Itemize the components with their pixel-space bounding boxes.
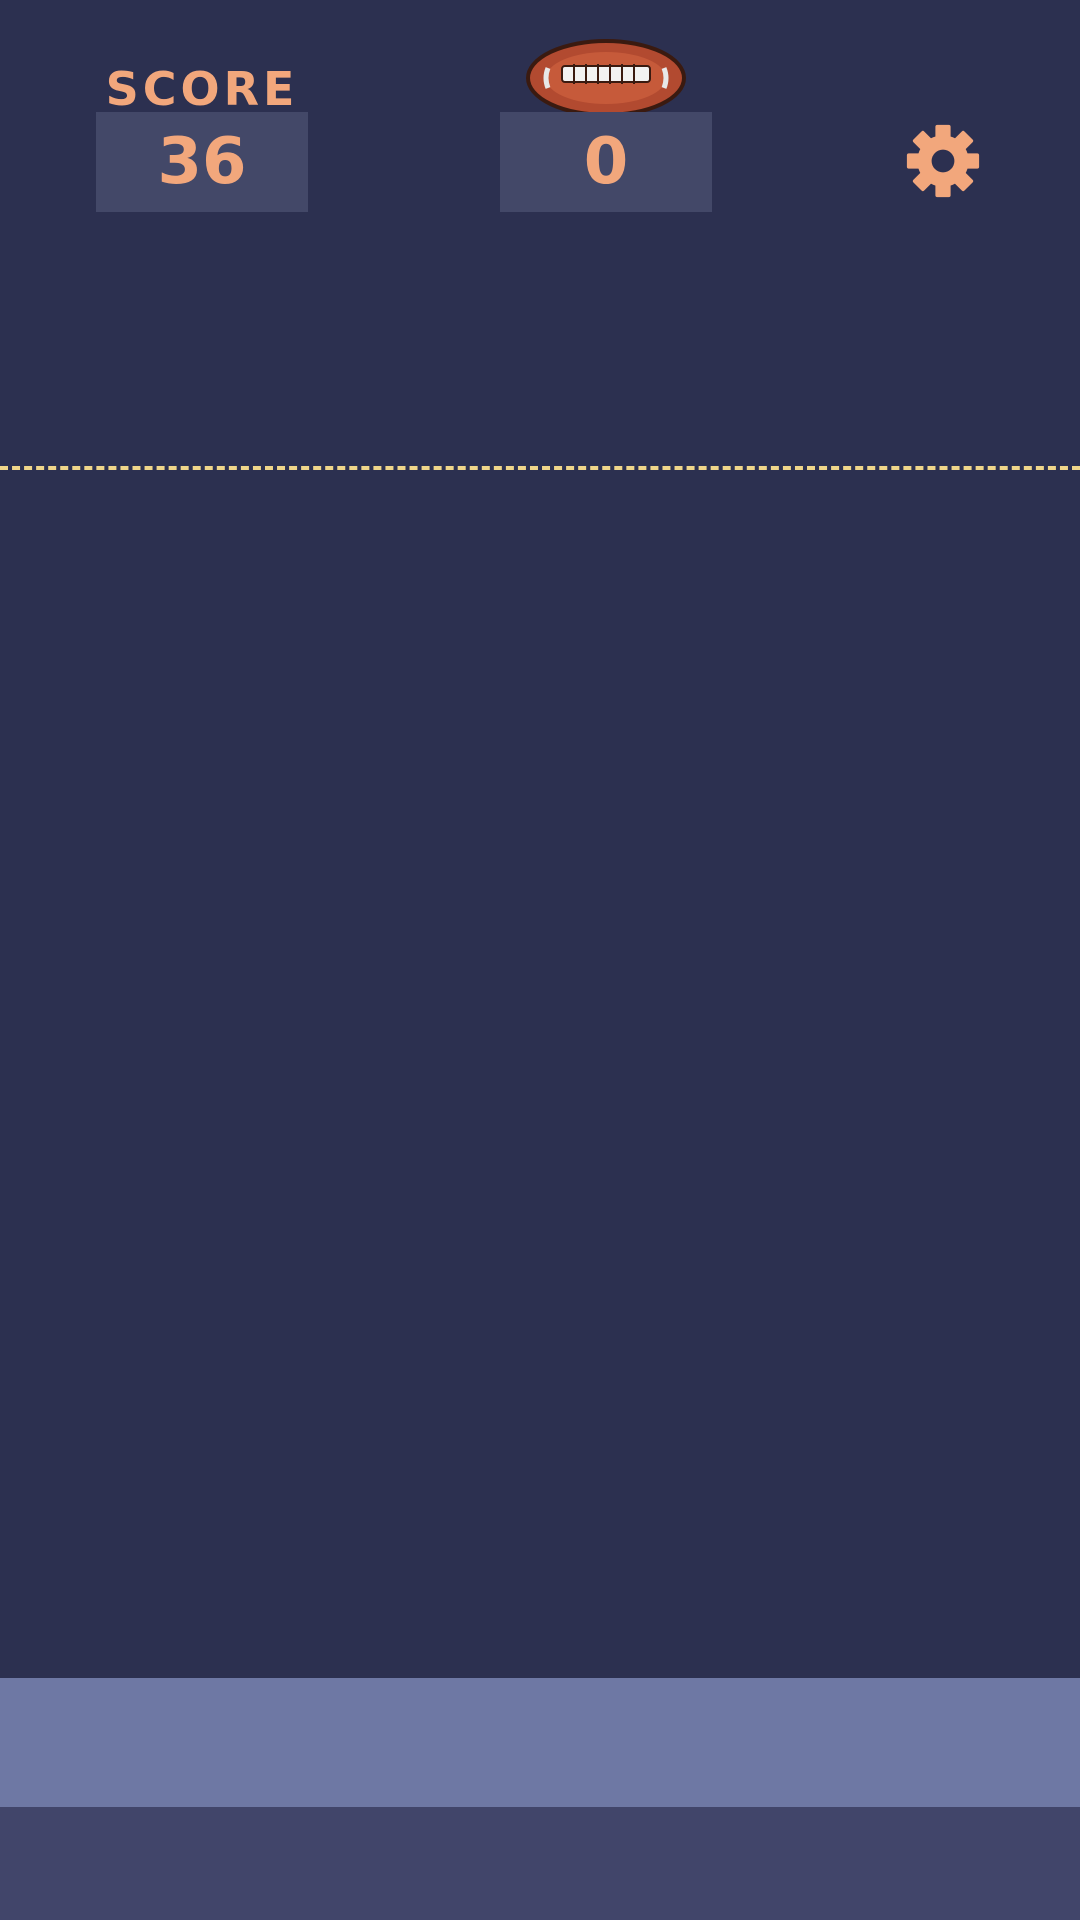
gear-icon[interactable]	[905, 123, 981, 199]
score-value: 36	[157, 125, 247, 199]
best-score-value: 0	[583, 125, 629, 199]
ball-pile	[74, 39, 1080, 1629]
score-box: 36	[96, 112, 308, 212]
game-stage[interactable]: SCORE 36 0	[0, 0, 1080, 1920]
next-ball-football	[526, 39, 686, 117]
score-label: SCORE	[105, 62, 299, 116]
best-score-box: 0	[500, 112, 712, 212]
